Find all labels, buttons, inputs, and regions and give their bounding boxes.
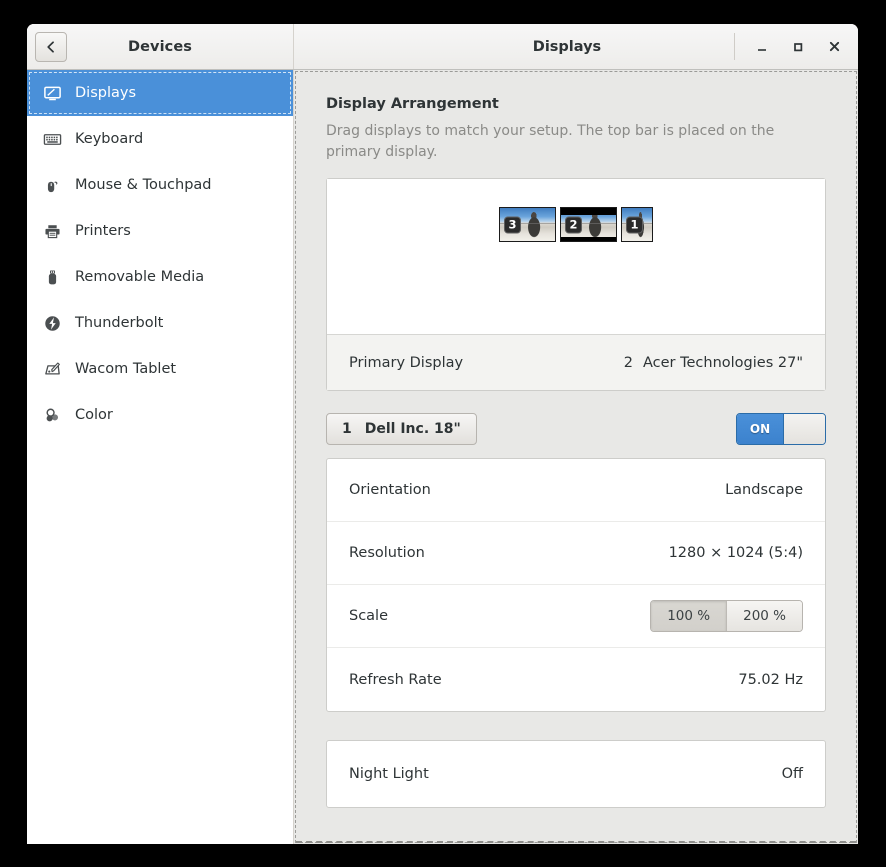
refresh-rate-value: 75.02 Hz [738,671,803,688]
monitor-number-badge: 1 [626,216,643,234]
display-selector-name: Dell Inc. 18" [364,421,461,438]
monitor-number-badge: 3 [504,216,521,234]
monitor-thumbnail-3[interactable]: 3 [499,207,556,243]
thunderbolt-icon [41,312,63,334]
sidebar-item-label: Removable Media [75,269,205,285]
primary-display-row[interactable]: Primary Display 2 Acer Technologies 27" [327,334,825,391]
sidebar: Displays Keyboard Mouse & Touchpad Print… [27,70,294,844]
setting-row-refresh-rate[interactable]: Refresh Rate 75.02 Hz [327,648,825,711]
scale-option-100[interactable]: 100 % [651,601,727,632]
color-palette-icon [41,404,63,426]
scale-label: Scale [349,608,389,625]
setting-row-scale: Scale 100 % 200 % [327,585,825,649]
night-light-label: Night Light [349,766,429,783]
sidebar-item-color[interactable]: Color [27,392,293,438]
settings-window: Devices Displays Displays Keyboard Mouse… [27,24,858,844]
wacom-tablet-icon [41,358,63,380]
minimize-icon [756,41,768,53]
setting-row-resolution[interactable]: Resolution 1280 × 1024 (5:4) [327,522,825,586]
close-button[interactable] [816,30,852,64]
scale-segmented-control: 100 % 200 % [650,600,803,633]
refresh-rate-label: Refresh Rate [349,671,442,688]
back-button[interactable] [35,32,67,62]
monitor-number-badge: 2 [565,216,582,234]
sidebar-item-displays[interactable]: Displays [27,70,293,116]
window-body: Displays Keyboard Mouse & Touchpad Print… [27,70,858,844]
monitor-thumbnail-2[interactable]: 2 [560,207,617,243]
orientation-label: Orientation [349,482,431,499]
primary-display-value: 2 Acer Technologies 27" [624,355,803,371]
night-light-value: Off [781,766,803,783]
monitor-letterbox-top [561,208,616,216]
display-selector-row: 1 Dell Inc. 18" ON [326,413,826,446]
night-light-list: Night Light Off [326,740,826,809]
sidebar-item-label: Wacom Tablet [75,361,177,377]
display-settings-list: Orientation Landscape Resolution 1280 × … [326,458,826,713]
usb-drive-icon [41,266,63,288]
primary-display-name: Acer Technologies 27" [642,354,803,371]
arrangement-card: 3 2 1 Primary Display 2 Acer Technologie… [326,178,826,392]
display-arrangement-title: Display Arrangement [326,96,499,112]
sidebar-item-thunderbolt[interactable]: Thunderbolt [27,300,293,346]
sidebar-item-label: Mouse & Touchpad [75,177,212,193]
chevron-left-icon [44,40,58,54]
sidebar-item-label: Displays [75,85,137,101]
display-selector-number: 1 [342,421,352,438]
mouse-icon [41,174,63,196]
setting-row-night-light[interactable]: Night Light Off [327,741,825,807]
primary-display-label: Primary Display [349,354,464,371]
maximize-icon [792,41,804,53]
scale-option-200[interactable]: 200 % [726,601,802,632]
scroll-focus-indicator [296,841,856,843]
display-selector-button[interactable]: 1 Dell Inc. 18" [326,413,477,446]
resolution-value: 1280 × 1024 (5:4) [668,545,803,562]
resolution-label: Resolution [349,545,425,562]
display-icon [41,82,63,104]
header-bar: Devices Displays [27,24,858,70]
scroll-content: Display Arrangement Drag displays to mat… [326,70,826,809]
sidebar-item-printers[interactable]: Printers [27,208,293,254]
sidebar-item-keyboard[interactable]: Keyboard [27,116,293,162]
sidebar-item-label: Color [75,407,113,423]
toggle-knob [783,414,825,445]
printer-icon [41,220,63,242]
sidebar-item-mouse-touchpad[interactable]: Mouse & Touchpad [27,162,293,208]
sidebar-item-wacom-tablet[interactable]: Wacom Tablet [27,346,293,392]
display-enable-toggle[interactable]: ON [736,413,826,446]
sidebar-item-label: Keyboard [75,131,144,147]
monitor-thumbnail-1[interactable]: 1 [621,207,653,243]
monitor-thumbnails: 3 2 1 [327,207,825,243]
minimize-button[interactable] [744,30,780,64]
header-right-pane: Displays [294,24,858,69]
sidebar-item-label: Printers [75,223,131,239]
sidebar-item-removable-media[interactable]: Removable Media [27,254,293,300]
toggle-on-label: ON [737,414,783,445]
window-controls [734,24,852,69]
keyboard-icon [41,128,63,150]
setting-row-orientation[interactable]: Orientation Landscape [327,459,825,523]
header-left-pane: Devices [27,24,294,69]
close-icon [828,40,841,53]
monitor-letterbox-bottom [561,237,616,242]
maximize-button[interactable] [780,30,816,64]
displays-panel: Display Arrangement Drag displays to mat… [294,70,858,844]
display-arrangement-canvas[interactable]: 3 2 1 [327,179,825,335]
primary-display-number: 2 [623,354,633,371]
sidebar-item-label: Thunderbolt [75,315,164,331]
display-arrangement-description: Drag displays to match your setup. The t… [326,123,775,160]
orientation-value: Landscape [725,482,803,499]
